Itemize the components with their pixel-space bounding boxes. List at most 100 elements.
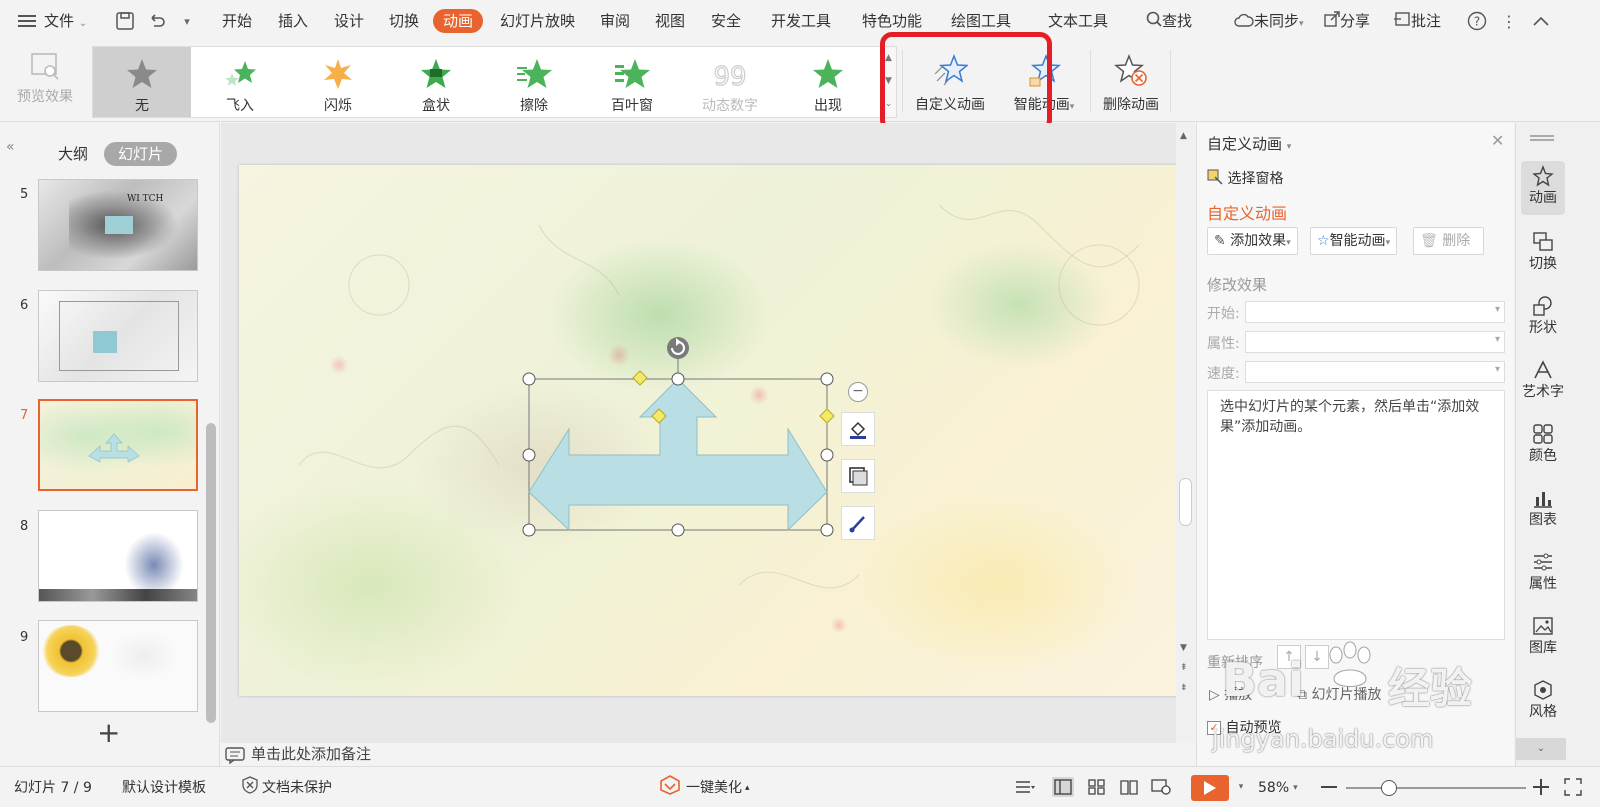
slide-thumbnail-9[interactable]: [38, 620, 198, 712]
format-painter-tool-icon[interactable]: [841, 506, 875, 540]
next-slide-icon[interactable]: ⇟: [1180, 683, 1188, 693]
effect-dynamic-digits[interactable]: 99 动态数字: [681, 47, 779, 117]
reading-view-icon[interactable]: [1118, 777, 1140, 797]
slide-editor[interactable]: −: [239, 165, 1185, 696]
zoom-out-icon[interactable]: [1318, 777, 1340, 797]
one-click-beautify-button[interactable]: 一键美化 ▴: [660, 767, 750, 807]
sidetool-style[interactable]: 风格: [1521, 675, 1565, 729]
sidetool-transition[interactable]: 切换: [1521, 227, 1565, 281]
tab-outline[interactable]: 大纲: [58, 142, 88, 166]
sync-status-button[interactable]: 未同步▾: [1234, 9, 1304, 33]
slide-sorter-view-icon[interactable]: [1086, 777, 1108, 797]
fit-to-window-icon[interactable]: [1562, 777, 1584, 797]
file-menu[interactable]: 文件 ⌄: [44, 9, 87, 33]
slide-thumbnail-6[interactable]: [38, 290, 198, 382]
tab-developer[interactable]: 开发工具: [771, 9, 831, 33]
add-effect-button[interactable]: ✎ 添加效果▾: [1207, 227, 1298, 255]
close-pane-icon[interactable]: ✕: [1491, 131, 1504, 150]
effect-appear[interactable]: 出现: [779, 47, 877, 117]
canvas-scroll-thumb[interactable]: [1179, 478, 1192, 526]
tab-view[interactable]: 视图: [655, 9, 685, 33]
slide-thumbnail-8[interactable]: [38, 510, 198, 602]
sidetool-animation[interactable]: 动画: [1521, 161, 1565, 215]
presenter-view-icon[interactable]: [1150, 777, 1172, 797]
scroll-down-icon[interactable]: ▼: [1180, 643, 1187, 653]
notes-bar[interactable]: 单击此处添加备注: [221, 743, 1195, 766]
move-up-icon[interactable]: ↑: [1277, 645, 1301, 669]
zoom-slider-track[interactable]: [1346, 787, 1526, 789]
previous-slide-icon[interactable]: ⇞: [1180, 663, 1188, 673]
comment-button[interactable]: 批注: [1393, 9, 1441, 33]
tab-animation[interactable]: 动画: [433, 9, 484, 33]
play-button[interactable]: ▷ 播放: [1209, 684, 1252, 704]
share-button[interactable]: 分享: [1324, 9, 1370, 33]
scroll-up-icon[interactable]: ▲: [1180, 131, 1187, 141]
property-select[interactable]: [1245, 331, 1505, 353]
start-select[interactable]: [1245, 301, 1505, 323]
tab-features[interactable]: 特色功能: [862, 9, 922, 33]
sidetool-wordart[interactable]: 艺术字: [1518, 355, 1568, 409]
tab-text-tools[interactable]: 文本工具: [1048, 9, 1108, 33]
document-protection-button[interactable]: 文档未保护: [242, 767, 332, 807]
speed-select[interactable]: [1245, 361, 1505, 383]
delete-animation-button[interactable]: 删除动画: [1096, 46, 1166, 118]
smart-animation-pane-button[interactable]: ☆智能动画▾: [1310, 227, 1398, 255]
up-arrow-shape[interactable]: [528, 378, 828, 532]
slideshow-options-dropdown-icon[interactable]: ▾: [1230, 777, 1252, 797]
outline-style-tool-icon[interactable]: [841, 459, 875, 493]
save-icon[interactable]: [114, 10, 136, 32]
play-slideshow-button[interactable]: [1191, 775, 1229, 801]
tab-slideshow[interactable]: 幻灯片放映: [500, 9, 575, 33]
quick-access-dropdown-icon[interactable]: ▾: [176, 10, 198, 32]
help-icon[interactable]: ?: [1466, 10, 1488, 32]
normal-view-icon[interactable]: [1052, 777, 1074, 797]
tab-design[interactable]: 设计: [334, 9, 364, 33]
collapse-panel-icon[interactable]: «: [6, 139, 15, 155]
sidetool-color[interactable]: 颜色: [1521, 419, 1565, 473]
collapse-ribbon-icon[interactable]: [1530, 10, 1552, 32]
sidetool-chart[interactable]: 图表: [1521, 483, 1565, 537]
hamburger-menu-icon[interactable]: [16, 10, 38, 32]
slide-thumbnail-7[interactable]: [38, 399, 198, 491]
sidetool-shape[interactable]: 形状: [1521, 291, 1565, 345]
tab-slides[interactable]: 幻灯片: [104, 142, 178, 166]
effect-none[interactable]: 无: [93, 47, 191, 117]
tab-drawing-tools[interactable]: 绘图工具: [951, 9, 1011, 33]
sidetool-gallery[interactable]: 图库: [1521, 611, 1565, 665]
zoom-slider-knob[interactable]: [1381, 780, 1397, 796]
fill-color-tool-icon[interactable]: [841, 412, 875, 446]
zoom-level-dropdown[interactable]: 58% ▾: [1258, 767, 1298, 807]
effect-fly-in[interactable]: 飞入: [191, 47, 289, 117]
preview-effect-button[interactable]: 预览效果: [10, 48, 80, 106]
rotate-handle-icon[interactable]: [667, 337, 689, 359]
animation-list[interactable]: 选中幻灯片的某个元素，然后单击“添加效果”添加动画。: [1207, 390, 1505, 640]
effect-flash[interactable]: 闪烁: [289, 47, 387, 117]
effect-wipe[interactable]: 擦除: [485, 47, 583, 117]
collapse-quick-tools-icon[interactable]: −: [848, 382, 868, 402]
sidetool-properties[interactable]: 属性: [1521, 547, 1565, 601]
undo-icon[interactable]: [146, 10, 168, 32]
notes-toggle-icon[interactable]: [1014, 777, 1036, 797]
selection-pane-link[interactable]: 选择窗格: [1207, 168, 1283, 189]
move-down-icon[interactable]: ↓: [1305, 645, 1329, 669]
slide-thumbnail-5[interactable]: WI TCH: [38, 179, 198, 271]
canvas-vertical-scrollbar[interactable]: ▲ ▼ ⇞ ⇟: [1176, 123, 1195, 743]
tab-review[interactable]: 审阅: [600, 9, 630, 33]
tab-insert[interactable]: 插入: [278, 9, 308, 33]
tab-transition[interactable]: 切换: [389, 9, 419, 33]
add-slide-icon[interactable]: +: [97, 719, 120, 747]
tab-security[interactable]: 安全: [711, 9, 741, 33]
delete-effect-button[interactable]: 🗑 删除: [1413, 227, 1484, 255]
effect-box[interactable]: 盒状: [387, 47, 485, 117]
zoom-in-icon[interactable]: [1530, 777, 1552, 797]
sidetools-scroll-down-icon[interactable]: ⌄: [1516, 738, 1566, 760]
auto-preview-checkbox[interactable]: ✓ 自动预览: [1207, 717, 1281, 737]
more-options-icon[interactable]: ⋮: [1498, 10, 1520, 32]
search-button[interactable]: 查找: [1146, 9, 1192, 33]
tab-home[interactable]: 开始: [222, 9, 252, 33]
effect-blinds[interactable]: 百叶窗: [583, 47, 681, 117]
slideshow-button[interactable]: ⧉ 幻灯片播放: [1297, 684, 1381, 704]
slides-panel-scrollbar[interactable]: [206, 423, 216, 723]
template-name[interactable]: 默认设计模板: [122, 767, 206, 807]
pane-title[interactable]: 自定义动画 ▾: [1207, 133, 1291, 154]
